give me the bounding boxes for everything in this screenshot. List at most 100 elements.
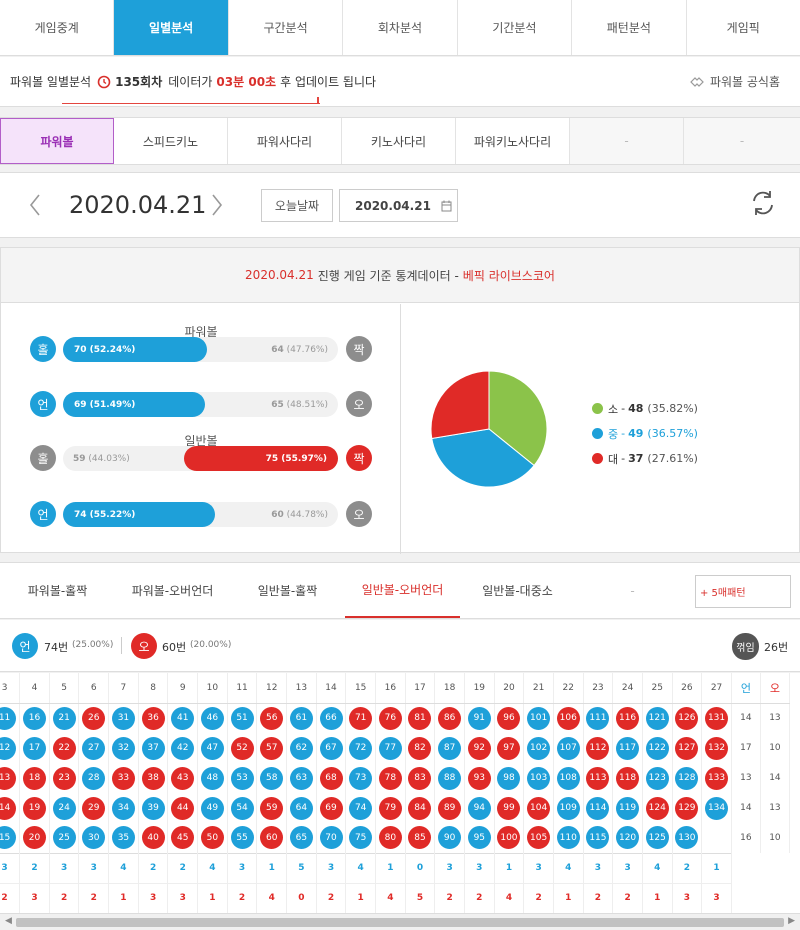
mixed-badge: 꺾임 bbox=[732, 633, 759, 660]
subtab-power-oddeven[interactable]: 파워볼-홀짝 bbox=[0, 563, 115, 618]
tab-game-pick[interactable]: 게임픽 bbox=[687, 0, 800, 55]
game-tab-powerball[interactable]: 파워볼 bbox=[0, 118, 114, 164]
legend-value: 49 bbox=[628, 427, 644, 440]
date-picker[interactable]: 2020.04.21 bbox=[339, 189, 458, 222]
grid-cell: 121 bbox=[642, 703, 673, 733]
grid-row-under-count: 14 bbox=[730, 703, 761, 733]
grid-ball: 71 bbox=[349, 706, 373, 730]
grid-cell: 62 bbox=[286, 733, 317, 763]
grid-under-total: 2 bbox=[167, 852, 199, 883]
grid-cell: 19 bbox=[19, 793, 50, 823]
stat-right-text: 65 (48.51%) bbox=[271, 392, 328, 417]
grid-ball: 73 bbox=[349, 766, 373, 790]
grid-cell: 63 bbox=[286, 763, 317, 793]
grid-cell: 81 bbox=[405, 703, 436, 733]
grid-cell: 26 bbox=[78, 703, 110, 733]
grid-cell: 126 bbox=[672, 703, 703, 733]
grid-cell: 127 bbox=[672, 733, 703, 763]
tab-round-analysis[interactable]: 회차분석 bbox=[343, 0, 458, 55]
main-tabs: 게임중계 일별분석 구간분석 회차분석 기간분석 패턴분석 게임픽 bbox=[0, 0, 800, 56]
date-picker-value: 2020.04.21 bbox=[355, 198, 431, 213]
grid-cell: 55 bbox=[227, 823, 258, 853]
scroll-right-icon[interactable]: ▶ bbox=[788, 916, 795, 926]
refresh-icon[interactable] bbox=[750, 189, 776, 220]
stat-left-value: 59 bbox=[73, 453, 86, 464]
stat-left-value: 70 bbox=[74, 344, 87, 355]
grid-over-header: 오 bbox=[760, 673, 791, 704]
grid-cell: 91 bbox=[464, 703, 495, 733]
grid-cell: 42 bbox=[167, 733, 199, 763]
game-tab-powerkeno-ladder[interactable]: 파워키노사다리 bbox=[456, 118, 570, 164]
grid-row: 12 17 22 27 32 37 42 47 52 57 62 67 72 77 82 87 92 97 102 1… bbox=[0, 733, 791, 763]
grid-over-total: 2 bbox=[612, 882, 643, 913]
grid-ball: 132 bbox=[705, 736, 729, 760]
notice-round: 135회차 bbox=[115, 75, 163, 89]
grid-col-header: 4 bbox=[19, 673, 50, 704]
grid-col-header: 21 bbox=[523, 673, 554, 704]
grid-ball: 40 bbox=[141, 826, 165, 850]
grid-header-row: 3 4 5 6 7 8 9 10 11 12 13 14 15 16 17 18 19 20 21 22 23 24 25 2… bbox=[0, 673, 791, 704]
tab-period-analysis[interactable]: 기간분석 bbox=[458, 0, 573, 55]
grid-cell: 65 bbox=[286, 823, 317, 853]
notice-prefix: 파워볼 일별분석 bbox=[10, 75, 92, 89]
summary-row: 언 74번 (25.00%) 오 60번 (20.00%) 꺾임 26번 bbox=[0, 620, 800, 672]
grid-cell: 53 bbox=[227, 763, 258, 793]
next-date-icon[interactable] bbox=[210, 191, 224, 225]
game-tab-power-ladder[interactable]: 파워사다리 bbox=[228, 118, 342, 164]
grid-cell: 107 bbox=[553, 733, 584, 763]
pie-legend: 소 -48 (35.82%) 중 -49 (36.57%) 대 -37 (27.61%) bbox=[592, 396, 698, 471]
grid-cell: 84 bbox=[405, 793, 436, 823]
grid-ball: 50 bbox=[200, 826, 224, 850]
grid-col-header: 8 bbox=[138, 673, 169, 704]
grid-cell: 17 bbox=[19, 733, 50, 763]
grid-ball: 79 bbox=[378, 796, 402, 820]
grid-over-total: 2 bbox=[434, 882, 465, 913]
grid-ball: 48 bbox=[200, 766, 224, 790]
today-button[interactable]: 오늘날짜 bbox=[261, 189, 333, 222]
tab-live[interactable]: 게임중계 bbox=[0, 0, 115, 55]
grid-col-header: 17 bbox=[405, 673, 436, 704]
scroll-left-icon[interactable]: ◀ bbox=[5, 916, 12, 926]
grid-ball: 58 bbox=[260, 766, 284, 790]
grid-cell: 112 bbox=[583, 733, 614, 763]
grid-ball: 114 bbox=[586, 796, 610, 820]
grid-under-total: 1 bbox=[375, 852, 406, 883]
pattern-button[interactable]: + 5매패턴 bbox=[695, 575, 791, 608]
subtab-normal-overunder[interactable]: 일반볼-오버언더 bbox=[345, 563, 460, 618]
grid-ball: 80 bbox=[378, 826, 402, 850]
tab-section-analysis[interactable]: 구간분석 bbox=[229, 0, 344, 55]
stat-bar: 64 (47.76%) 70 (52.24%) bbox=[63, 337, 338, 362]
grid-cell: 47 bbox=[197, 733, 228, 763]
grid-cell: 36 bbox=[138, 703, 169, 733]
tab-daily-analysis[interactable]: 일별분석 bbox=[114, 0, 229, 55]
grid-ball: 45 bbox=[171, 826, 195, 850]
grid-ball: 42 bbox=[171, 736, 195, 760]
tab-pattern-analysis[interactable]: 패턴분석 bbox=[572, 0, 687, 55]
prev-date-icon[interactable] bbox=[28, 191, 42, 225]
grid-cell: 116 bbox=[612, 703, 643, 733]
subtab-normal-size[interactable]: 일반볼-대중소 bbox=[460, 563, 575, 618]
stats-panel: 2020.04.21 진행 게임 기준 통계데이터 - 베픽 라이브스코어 파워… bbox=[0, 247, 800, 554]
horizontal-scrollbar[interactable]: ◀ ▶ bbox=[0, 913, 800, 930]
subtab-power-overunder[interactable]: 파워볼-오버언더 bbox=[115, 563, 230, 618]
grid-over-totals-row: 2322133124021452242122133 bbox=[0, 882, 790, 913]
grid-under-total: 3 bbox=[49, 852, 80, 883]
grid-cell: 66 bbox=[316, 703, 347, 733]
scroll-thumb[interactable] bbox=[16, 918, 784, 927]
grid-over-total: 1 bbox=[553, 882, 584, 913]
game-tab-speedkeno[interactable]: 스피드키노 bbox=[114, 118, 228, 164]
subtab-normal-oddeven[interactable]: 일반볼-홀짝 bbox=[230, 563, 345, 618]
grid-ball: 115 bbox=[586, 826, 610, 850]
date-bar: 2020.04.21 오늘날짜 2020.04.21 bbox=[0, 172, 800, 238]
grid-ball: 134 bbox=[705, 796, 729, 820]
grid-col-header: 7 bbox=[108, 673, 139, 704]
legend-pct: (36.57%) bbox=[647, 427, 698, 440]
grid-over-total: 2 bbox=[49, 882, 80, 913]
game-tab-keno-ladder[interactable]: 키노사다리 bbox=[342, 118, 456, 164]
grid-cell: 34 bbox=[108, 793, 139, 823]
grid-cell: 131 bbox=[701, 703, 732, 733]
official-site-link[interactable]: 파워볼 공식홈 bbox=[689, 73, 780, 90]
grid-row-under-count: 14 bbox=[730, 793, 761, 823]
stat-left-badge: 홀 bbox=[30, 445, 56, 471]
grid-cell: 105 bbox=[523, 823, 554, 853]
